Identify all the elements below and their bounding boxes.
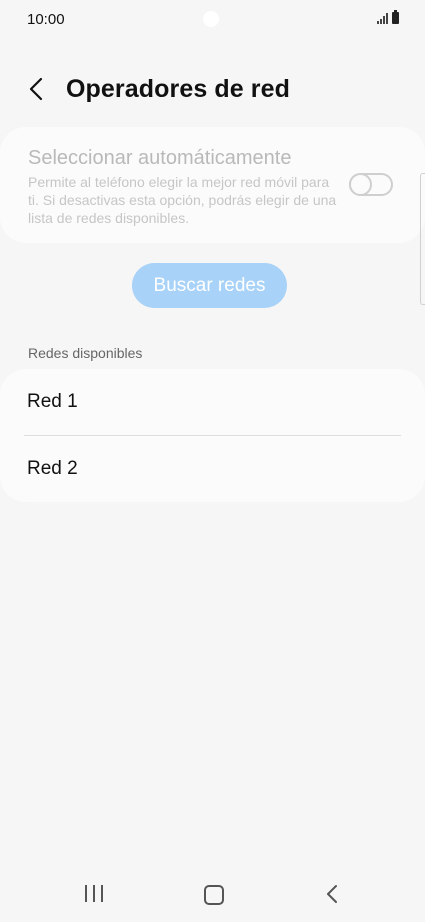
navigation-bar: [0, 868, 425, 922]
status-time: 10:00: [27, 11, 65, 28]
phone-screen: 10:00 Operadores de red Seleccionar auto…: [0, 0, 425, 922]
network-label: Red 2: [27, 458, 78, 479]
auto-select-toggle[interactable]: [349, 173, 393, 196]
chevron-left-icon[interactable]: [24, 74, 50, 104]
network-label: Red 1: [27, 391, 78, 412]
toggle-knob: [349, 173, 372, 196]
camera-cutout: [203, 11, 219, 27]
status-icons: [377, 10, 399, 24]
auto-select-description: Permite al teléfono elegir la mejor red …: [28, 174, 337, 226]
search-networks-button[interactable]: Buscar redes: [132, 263, 287, 308]
scroll-handle[interactable]: [420, 173, 425, 305]
battery-icon: [392, 10, 399, 24]
available-networks-label: Redes disponibles: [28, 345, 143, 361]
recents-icon[interactable]: [85, 885, 103, 903]
signal-bars-icon: [377, 12, 388, 24]
app-header: Operadores de red: [0, 66, 425, 112]
back-icon[interactable]: [324, 883, 340, 905]
network-item-red-1[interactable]: Red 1: [0, 369, 425, 435]
auto-select-title: Seleccionar automáticamente: [28, 147, 292, 169]
network-list: Red 1 Red 2: [0, 369, 425, 502]
home-icon[interactable]: [204, 885, 224, 905]
page-title: Operadores de red: [66, 75, 291, 103]
status-bar: 10:00: [0, 0, 425, 40]
network-item-red-2[interactable]: Red 2: [0, 436, 425, 502]
